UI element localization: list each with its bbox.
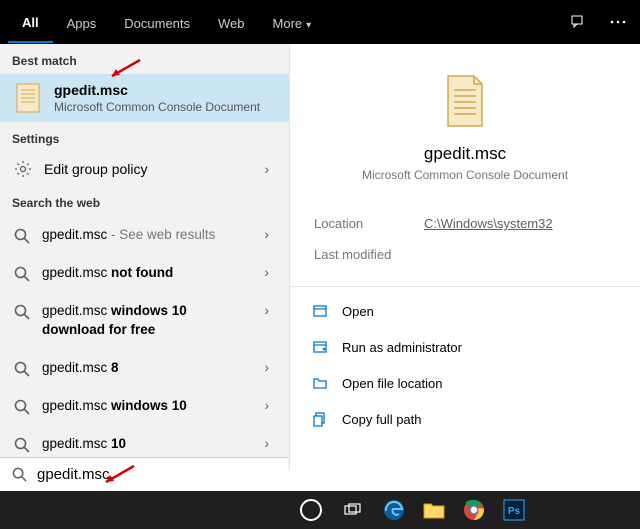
chevron-right-icon[interactable]: › <box>264 359 275 375</box>
settings-item-label: Edit group policy <box>44 161 252 177</box>
document-icon-large <box>440 72 490 130</box>
taskbar-app-explorer[interactable] <box>414 491 454 529</box>
search-web-header: Search the web <box>0 186 289 216</box>
chevron-right-icon[interactable]: › <box>264 435 275 451</box>
search-icon <box>14 361 30 377</box>
taskbar-app-photoshop[interactable]: Ps <box>494 491 534 529</box>
action-copy-path[interactable]: Copy full path <box>306 401 624 437</box>
svg-text:Ps: Ps <box>508 506 521 517</box>
tab-more-label: More <box>273 16 303 31</box>
best-match-header: Best match <box>0 44 289 74</box>
search-results-pane: Best match gpedit.msc Microsoft Common C… <box>0 44 290 471</box>
web-result-text: gpedit.msc 8 <box>42 359 252 377</box>
location-label: Location <box>314 216 424 231</box>
taskbar-app-chrome[interactable] <box>454 491 494 529</box>
chevron-right-icon[interactable]: › <box>264 161 275 177</box>
cortana-icon <box>300 499 322 521</box>
last-modified-label: Last modified <box>314 247 424 262</box>
chevron-right-icon[interactable]: › <box>264 264 275 280</box>
best-match-result[interactable]: gpedit.msc Microsoft Common Console Docu… <box>0 74 289 122</box>
cortana-button[interactable] <box>290 491 332 529</box>
search-icon <box>14 399 30 415</box>
taskbar-app-edge[interactable] <box>374 491 414 529</box>
web-result[interactable]: gpedit.msc - See web results › <box>0 216 289 254</box>
shield-icon <box>312 339 328 355</box>
task-view-icon <box>344 503 362 517</box>
web-result[interactable]: gpedit.msc windows 10 › <box>0 387 289 425</box>
tab-all[interactable]: All <box>8 2 53 43</box>
action-run-admin[interactable]: Run as administrator <box>306 329 624 365</box>
web-result[interactable]: gpedit.msc not found › <box>0 254 289 292</box>
web-result-text: gpedit.msc 10 <box>42 435 252 453</box>
chevron-right-icon[interactable]: › <box>264 302 275 318</box>
tab-apps[interactable]: Apps <box>53 3 111 42</box>
action-open-location-label: Open file location <box>342 376 442 391</box>
location-value[interactable]: C:\Windows\system32 <box>424 216 553 231</box>
best-match-title: gpedit.msc <box>54 82 260 98</box>
search-icon <box>12 467 27 482</box>
search-bar <box>0 457 288 491</box>
copy-icon <box>312 411 328 427</box>
annotation-arrow <box>108 58 142 82</box>
settings-header: Settings <box>0 122 289 152</box>
tab-more[interactable]: More▾ <box>259 3 326 42</box>
gear-icon <box>14 160 32 178</box>
action-open[interactable]: Open <box>306 293 624 329</box>
chevron-down-icon: ▾ <box>306 20 311 31</box>
edge-icon <box>383 499 405 521</box>
taskbar: Ps <box>0 491 640 529</box>
chevron-right-icon[interactable]: › <box>264 397 275 413</box>
search-input[interactable] <box>37 466 276 483</box>
action-run-admin-label: Run as administrator <box>342 340 462 355</box>
web-result-text: gpedit.msc windows 10 <box>42 397 252 415</box>
web-result-text: gpedit.msc - See web results <box>42 226 252 244</box>
open-icon <box>312 303 328 319</box>
web-result[interactable]: gpedit.msc 8 › <box>0 349 289 387</box>
action-open-label: Open <box>342 304 374 319</box>
folder-icon <box>423 501 445 519</box>
action-copy-path-label: Copy full path <box>342 412 422 427</box>
tab-documents[interactable]: Documents <box>110 3 204 42</box>
task-view-button[interactable] <box>332 491 374 529</box>
folder-icon <box>312 375 328 391</box>
annotation-arrow <box>102 464 136 488</box>
web-result[interactable]: gpedit.msc windows 10 download for free … <box>0 292 289 348</box>
best-match-subtitle: Microsoft Common Console Document <box>54 100 260 114</box>
settings-item-edit-group-policy[interactable]: Edit group policy › <box>0 152 289 186</box>
preview-pane: gpedit.msc Microsoft Common Console Docu… <box>290 44 640 471</box>
document-icon <box>14 82 42 114</box>
tab-web[interactable]: Web <box>204 3 259 42</box>
search-icon <box>14 437 30 453</box>
chevron-right-icon[interactable]: › <box>264 226 275 242</box>
search-icon <box>14 228 30 244</box>
chrome-icon <box>463 499 485 521</box>
photoshop-icon: Ps <box>503 499 525 521</box>
action-open-location[interactable]: Open file location <box>306 365 624 401</box>
web-result-text: gpedit.msc not found <box>42 264 252 282</box>
preview-subtitle: Microsoft Common Console Document <box>362 168 568 182</box>
search-icon <box>14 304 30 320</box>
preview-title: gpedit.msc <box>424 144 506 164</box>
more-options-icon[interactable] <box>600 10 636 34</box>
feedback-icon[interactable] <box>560 4 596 40</box>
web-result-text: gpedit.msc windows 10 download for free <box>42 302 252 338</box>
search-icon <box>14 266 30 282</box>
search-category-tabs: All Apps Documents Web More▾ <box>0 0 640 44</box>
